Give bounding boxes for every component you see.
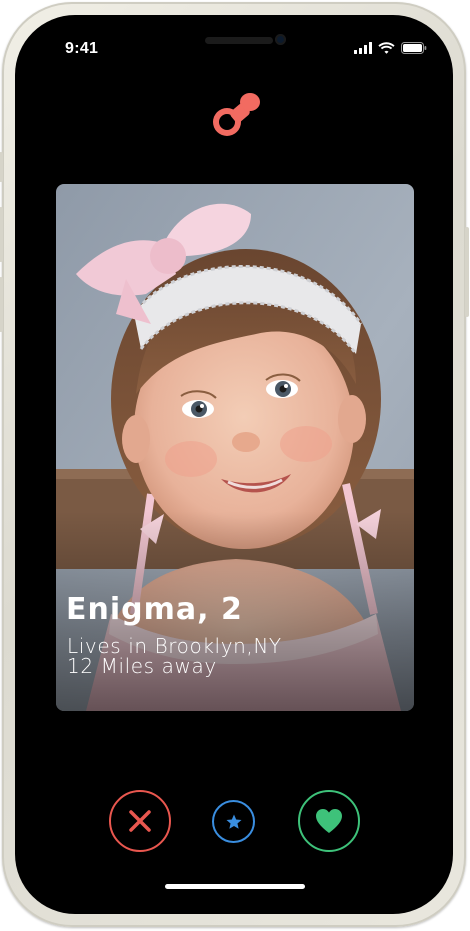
power-button (465, 227, 469, 317)
front-camera (275, 34, 286, 45)
home-indicator[interactable] (165, 884, 305, 889)
heart-icon (316, 809, 342, 833)
like-button[interactable] (298, 790, 360, 852)
app-screen: 9:41 Enigma, 2 Lives in Brooklyn,NY 12 M… (25, 25, 445, 906)
star-icon (226, 814, 241, 829)
profile-card[interactable]: Enigma, 2 Lives in Brooklyn,NY 12 Miles … (56, 184, 414, 711)
earpiece-speaker (205, 37, 273, 44)
pacifier-icon (213, 93, 260, 136)
wifi-icon (378, 42, 395, 54)
status-icons (354, 42, 427, 54)
profile-distance: 12 Miles away (67, 654, 217, 678)
cellular-signal-icon (354, 42, 372, 54)
profile-name-age: Enigma, 2 (66, 592, 243, 627)
volume-up-button (0, 207, 3, 262)
profile-location: Lives in Brooklyn,NY (67, 634, 282, 658)
x-icon (129, 810, 151, 832)
dislike-button[interactable] (109, 790, 171, 852)
volume-down-button (0, 277, 3, 332)
super-like-button[interactable] (212, 800, 255, 843)
battery-icon (401, 42, 427, 54)
status-time: 9:41 (65, 40, 99, 57)
mute-switch (0, 152, 3, 182)
